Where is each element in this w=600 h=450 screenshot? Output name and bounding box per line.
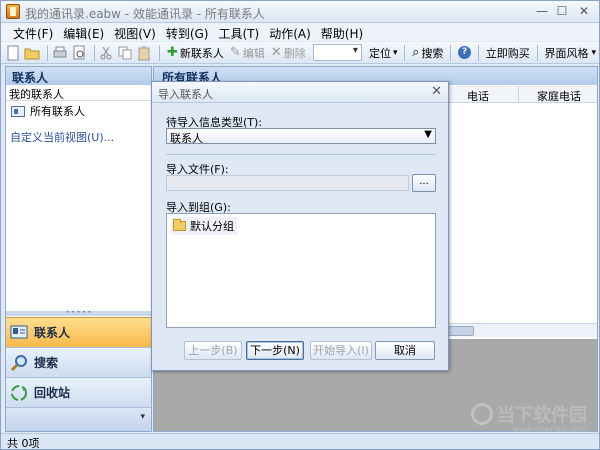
- app-icon: [6, 4, 20, 19]
- group-list[interactable]: 默认分组: [166, 213, 436, 328]
- app-window: 我的通讯录.eabw - 效能通讯录 - 所有联系人 — ☐ ✕ 文件(F) 编…: [0, 0, 600, 450]
- buy-now-button[interactable]: 立即购买: [483, 44, 533, 62]
- toolbar-divider: [159, 44, 161, 61]
- menu-edit[interactable]: 编辑(E): [59, 23, 110, 41]
- chevron-down-icon: ▾: [392, 47, 398, 58]
- cancel-button[interactable]: 取消: [375, 341, 435, 360]
- left-pane: 联系人 我的联系人 所有联系人 自定义当前视图(U)... • • • • • …: [5, 66, 152, 432]
- menu-view[interactable]: 视图(V): [110, 23, 162, 41]
- start-import-button[interactable]: 开始导入(I): [310, 341, 372, 360]
- nav-contacts-button[interactable]: 联系人: [6, 317, 151, 347]
- help-icon: ?: [458, 46, 472, 59]
- import-type-value: 联系人: [170, 132, 203, 145]
- watermark-text: 当下软件园: [497, 405, 587, 426]
- nav-contacts-label: 联系人: [34, 326, 71, 340]
- maximize-button[interactable]: ☐: [553, 3, 571, 19]
- status-bar: 共 0项: [1, 433, 599, 450]
- menu-actions[interactable]: 动作(A): [265, 23, 317, 41]
- copy-icon[interactable]: [117, 45, 133, 61]
- toolbar-divider: [450, 44, 452, 61]
- column-header-phone[interactable]: 电话: [448, 86, 518, 103]
- nav-recycle-label: 回收站: [34, 386, 71, 400]
- recycle-icon: [10, 384, 28, 402]
- new-contact-button[interactable]: ✚ 新联系人: [164, 44, 227, 62]
- group-list-item[interactable]: 默认分组: [171, 217, 237, 235]
- delete-label: 删除: [283, 46, 306, 60]
- search-button[interactable]: ⌕ 搜索: [409, 44, 446, 62]
- column-header-home-phone[interactable]: 家庭电话: [518, 86, 597, 103]
- menu-help[interactable]: 帮助(H): [317, 23, 369, 41]
- prev-step-button[interactable]: 上一步(B): [184, 341, 242, 360]
- nav-splitter[interactable]: • • • • •: [6, 310, 151, 316]
- help-button[interactable]: ?: [455, 44, 474, 62]
- chevron-down-icon: ▾: [591, 47, 596, 58]
- magnifier-icon: ⌕: [412, 45, 420, 60]
- all-contacts-label: 所有联系人: [30, 105, 85, 118]
- dialog-title: 导入联系人: [158, 88, 213, 101]
- my-contacts-label: 我的联系人: [6, 85, 151, 101]
- nav-recycle-button[interactable]: 回收站: [6, 377, 151, 407]
- dialog-title-bar: 导入联系人 ✕: [152, 82, 448, 103]
- window-title: 我的通讯录.eabw - 效能通讯录 - 所有联系人: [25, 7, 265, 21]
- contact-card-icon: [11, 105, 25, 117]
- edit-button[interactable]: ✎ 编辑: [227, 44, 268, 62]
- custom-view-link[interactable]: 自定义当前视图(U)...: [10, 129, 114, 145]
- group-item-label: 默认分组: [190, 220, 234, 233]
- locate-combo[interactable]: [312, 44, 362, 61]
- open-folder-icon[interactable]: [24, 45, 40, 61]
- menu-file[interactable]: 文件(F): [9, 23, 59, 41]
- dialog-divider: [166, 154, 436, 155]
- nav-search-label: 搜索: [34, 356, 59, 370]
- print-icon[interactable]: [52, 45, 68, 61]
- dialog-close-icon[interactable]: ✕: [431, 84, 442, 99]
- new-file-icon[interactable]: [5, 45, 21, 61]
- toolbar: ✚ 新联系人 ✎ 编辑 ✕ 删除 定位 ▾ ⌕ 搜索 ? 立即购买 界面风格: [1, 42, 599, 64]
- browse-button[interactable]: ...: [412, 174, 436, 192]
- toolbar-divider: [536, 44, 538, 61]
- menu-tools[interactable]: 工具(T): [214, 23, 265, 41]
- pencil-icon: ✎: [229, 45, 241, 60]
- locate-button[interactable]: 定位 ▾: [366, 44, 401, 62]
- chevron-down-icon: ▾: [140, 412, 145, 422]
- toolbar-divider: [404, 44, 406, 61]
- contacts-icon: [10, 324, 28, 342]
- nav-more-button[interactable]: ▾: [6, 407, 151, 431]
- title-bar: 我的通讯录.eabw - 效能通讯录 - 所有联系人 — ☐ ✕: [1, 1, 599, 23]
- item-count: 共 0项: [7, 437, 40, 450]
- theme-label: 界面风格: [544, 46, 589, 60]
- all-contacts-item[interactable]: 所有联系人: [6, 101, 151, 121]
- watermark-logo-icon: [471, 403, 493, 425]
- import-file-field[interactable]: [166, 175, 409, 191]
- delete-x-icon: ✕: [270, 45, 282, 60]
- search-label: 搜索: [421, 46, 444, 60]
- plus-icon: ✚: [167, 45, 178, 60]
- menu-goto[interactable]: 转到(G): [162, 23, 215, 41]
- dropdown-arrow-icon: ▼: [424, 129, 432, 140]
- paste-icon[interactable]: [136, 45, 152, 61]
- menu-bar: 文件(F) 编辑(E) 视图(V) 转到(G) 工具(T) 动作(A) 帮助(H…: [1, 23, 599, 41]
- toolbar-divider: [478, 44, 479, 61]
- import-type-select[interactable]: 联系人 ▼: [166, 128, 436, 145]
- nav-search-button[interactable]: 搜索: [6, 347, 151, 377]
- delete-button[interactable]: ✕ 删除: [268, 44, 309, 62]
- cut-icon[interactable]: [98, 45, 114, 61]
- theme-button[interactable]: 界面风格 ▾: [541, 44, 599, 62]
- locate-label: 定位: [368, 46, 391, 60]
- toolbar-divider: [47, 44, 48, 61]
- left-pane-header: 联系人: [6, 67, 151, 85]
- toolbar-divider: [93, 44, 95, 61]
- next-step-button[interactable]: 下一步(N): [246, 341, 304, 360]
- import-contacts-dialog: 导入联系人 ✕ 待导入信息类型(T): 联系人 ▼ 导入文件(F): ... 导…: [151, 81, 449, 371]
- search-icon: [10, 354, 28, 372]
- new-contact-label: 新联系人: [179, 46, 224, 60]
- print-preview-icon[interactable]: [71, 45, 87, 61]
- edit-label: 编辑: [242, 46, 265, 60]
- close-button[interactable]: ✕: [575, 3, 593, 19]
- folder-icon: [173, 219, 186, 231]
- minimize-button[interactable]: —: [533, 3, 551, 19]
